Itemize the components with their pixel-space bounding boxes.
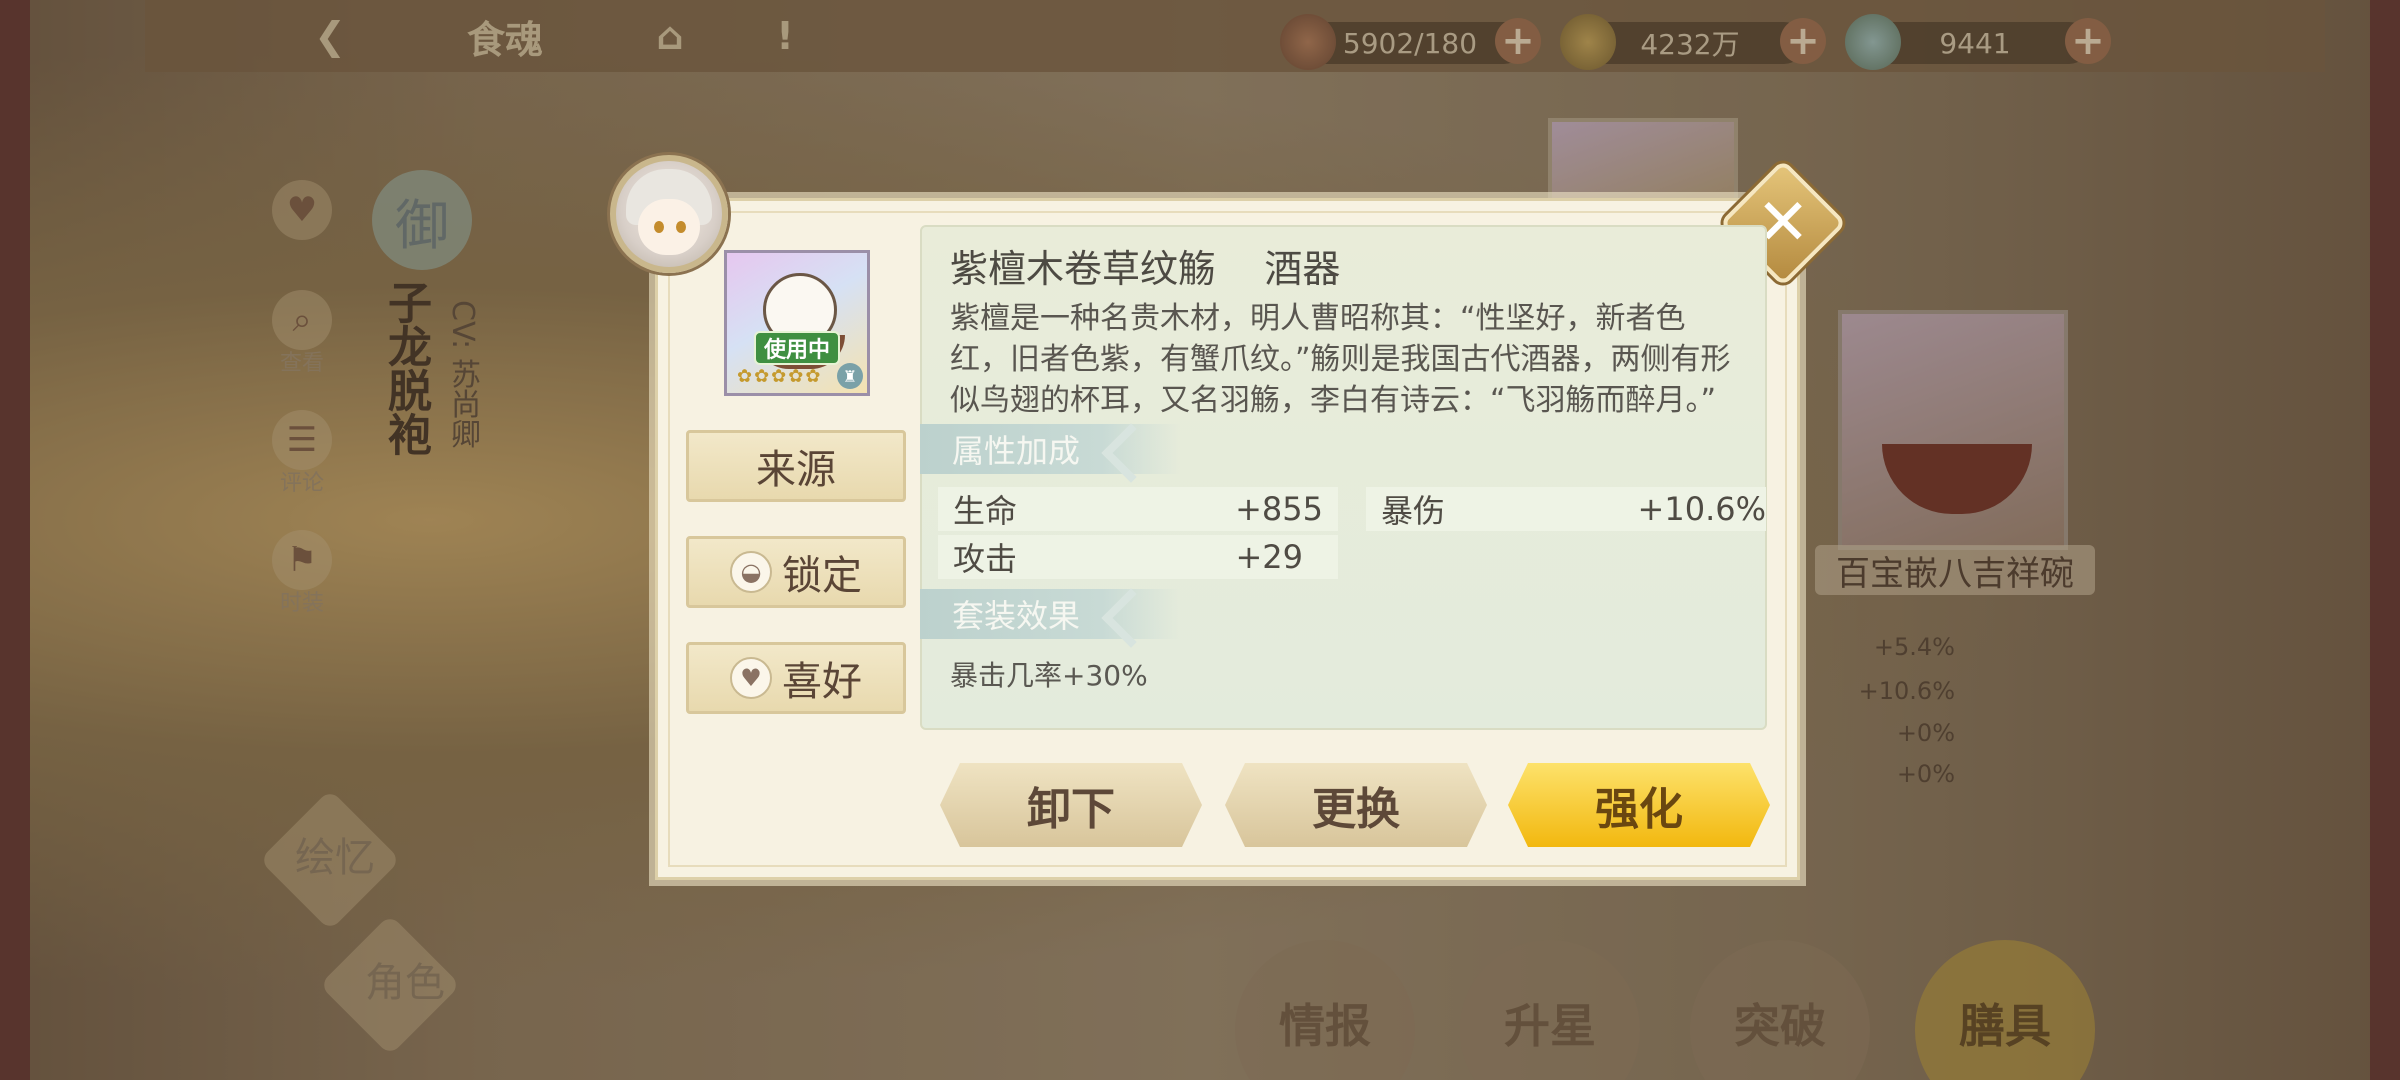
avatar-face <box>638 199 700 255</box>
avatar-eye-right <box>676 221 686 233</box>
attributes-header: 属性加成 <box>920 424 1180 474</box>
attributes-header-label: 属性加成 <box>952 432 1081 470</box>
item-stars: ✿✿✿✿✿ <box>737 366 823 387</box>
unequip-button[interactable]: 卸下 <box>940 763 1202 847</box>
set-effect-text: 暴击几率+30% <box>950 659 1148 692</box>
stat-row-hp: 生命 +855 <box>938 487 1338 531</box>
item-name: 紫檀木卷草纹觞 <box>950 247 1217 291</box>
stat-value-hp: +855 <box>1235 490 1323 528</box>
enhance-button[interactable]: 强化 <box>1508 763 1770 847</box>
stat-value-atk: +29 <box>1235 538 1303 576</box>
source-button[interactable]: 来源 <box>686 430 906 502</box>
set-effect-header-label: 套装效果 <box>952 597 1081 635</box>
enhance-button-label: 强化 <box>1595 784 1683 835</box>
stat-row-crit-dmg: 暴伤 +10.6% <box>1366 487 1766 531</box>
stat-value-crit-dmg: +10.6% <box>1637 490 1766 528</box>
replace-button-label: 更换 <box>1312 784 1400 835</box>
item-card[interactable]: ✿✿✿✿✿ ♜ <box>724 250 870 396</box>
item-description: 紫檀是一种名贵木材，明人曹昭称其：“性坚好，新者色红，旧者色紫，有蟹爪纹。”觞则… <box>950 301 1731 418</box>
favorite-button[interactable]: ♥ 喜好 <box>686 642 906 714</box>
lock-button[interactable]: ◒ 锁定 <box>686 536 906 608</box>
stat-label-hp: 生命 <box>953 492 1018 530</box>
favorite-button-label: 喜好 <box>782 659 862 705</box>
unequip-button-label: 卸下 <box>1027 784 1115 835</box>
stat-label-atk: 攻击 <box>953 540 1018 578</box>
character-avatar <box>610 155 728 273</box>
lock-icon: ◒ <box>730 551 772 593</box>
set-effect-header: 套装效果 <box>920 589 1180 639</box>
item-category: 酒器 <box>1264 247 1341 291</box>
stat-row-atk: 攻击 +29 <box>938 535 1338 579</box>
item-title: 紫檀木卷草纹觞 酒器 <box>950 238 1340 293</box>
in-use-badge: 使用中 <box>754 331 840 365</box>
heart-icon: ♥ <box>730 657 772 699</box>
avatar-eye-left <box>654 221 664 233</box>
source-button-label: 来源 <box>756 447 836 493</box>
item-type-icon: ♜ <box>837 363 863 389</box>
lock-button-label: 锁定 <box>782 553 862 599</box>
stat-label-crit-dmg: 暴伤 <box>1381 492 1446 530</box>
replace-button[interactable]: 更换 <box>1225 763 1487 847</box>
